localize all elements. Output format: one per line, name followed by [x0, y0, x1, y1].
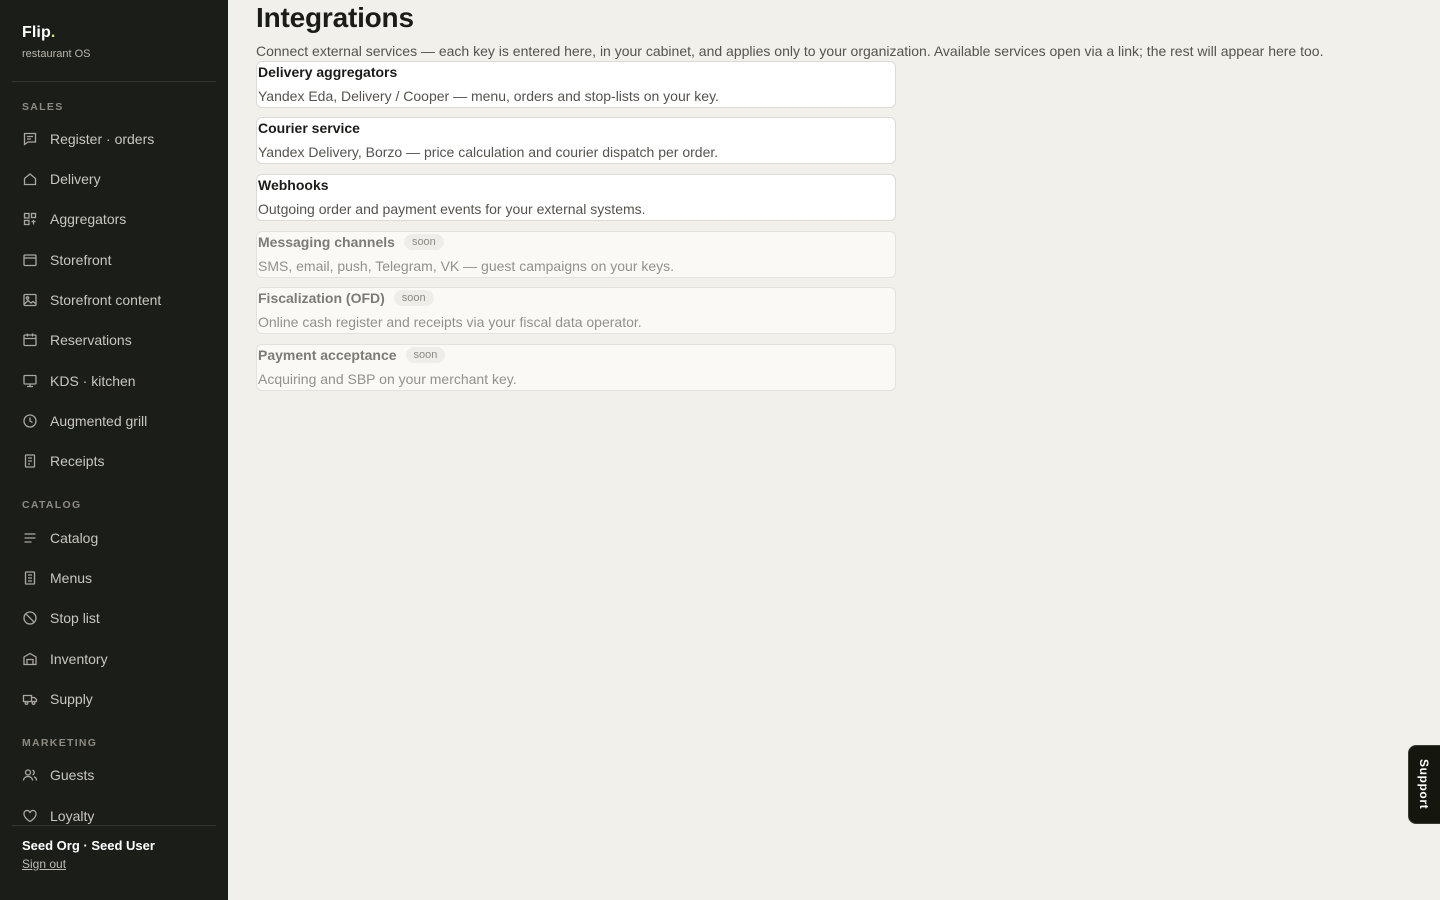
sidebar-item-menus[interactable]: Menus — [12, 561, 216, 595]
card-title: Fiscalization (OFD) — [258, 290, 385, 306]
card-description: Acquiring and SBP on your merchant key. — [258, 371, 517, 387]
brand-subtitle: restaurant OS — [22, 48, 91, 60]
integration-card-messaging-channels: Messaging channels soon SMS, email, push,… — [256, 231, 896, 278]
sidebar-item-label: Menus — [50, 570, 93, 586]
browser-window-icon — [22, 252, 38, 268]
sidebar-item-guests[interactable]: Guests — [12, 758, 216, 792]
card-title: Webhooks — [258, 177, 329, 193]
brand-name: Flip — [22, 24, 51, 41]
receipt-icon — [22, 453, 38, 469]
soon-badge: soon — [403, 234, 444, 250]
sidebar-item-inventory[interactable]: Inventory — [12, 642, 216, 676]
sidebar-item-label: Receipts — [50, 453, 105, 469]
sidebar-item-label: Storefront — [50, 252, 112, 268]
card-description: Yandex Eda, Delivery / Cooper — menu, or… — [258, 88, 719, 104]
sidebar-item-label: Storefront content — [50, 292, 162, 308]
sidebar-nav[interactable]: SALES Register · orders Delivery Aggrega… — [0, 82, 228, 825]
sidebar-item-augmented-grill[interactable]: Augmented grill — [12, 404, 216, 438]
card-description: SMS, email, push, Telegram, VK — guest c… — [258, 258, 675, 274]
card-title: Messaging channels — [258, 234, 395, 250]
sidebar: Flip. restaurant OS SALES Register · ord… — [0, 0, 228, 900]
ban-icon — [22, 610, 38, 626]
sidebar-item-loyalty[interactable]: Loyalty — [12, 799, 216, 825]
integration-card-delivery-aggregators[interactable]: Delivery aggregators Yandex Eda, Deliver… — [256, 61, 896, 108]
org-user-name: Seed Org · Seed User — [22, 838, 155, 853]
support-label: Support — [1417, 759, 1431, 810]
truck-icon — [22, 691, 38, 707]
menu-card-icon — [22, 570, 38, 586]
card-title: Payment acceptance — [258, 347, 397, 363]
sidebar-item-label: Aggregators — [50, 211, 127, 227]
sidebar-item-label: KDS · kitchen — [50, 373, 136, 389]
sidebar-item-label: Catalog — [50, 530, 99, 546]
heart-icon — [22, 808, 38, 824]
sidebar-item-label: Loyalty — [50, 808, 95, 824]
section-label-sales: SALES — [22, 101, 64, 113]
sidebar-item-kds-kitchen[interactable]: KDS · kitchen — [12, 364, 216, 398]
integration-card-payment-acceptance: Payment acceptance soon Acquiring and SBP… — [256, 344, 896, 391]
sidebar-item-register-orders[interactable]: Register · orders — [12, 122, 216, 156]
soon-badge: soon — [405, 347, 446, 363]
integration-card-fiscalization: Fiscalization (OFD) soon Online cash regi… — [256, 287, 896, 334]
sidebar-item-catalog[interactable]: Catalog — [12, 521, 216, 555]
brand-dot: . — [50, 24, 56, 41]
page-description: Connect external services — each key is … — [256, 43, 1324, 59]
sidebar-item-aggregators[interactable]: Aggregators — [12, 202, 216, 236]
sign-out-link[interactable]: Sign out — [22, 857, 66, 871]
page-title: Integrations — [256, 2, 414, 33]
brand: Flip. restaurant OS — [22, 24, 90, 60]
sidebar-item-label: Guests — [50, 767, 95, 783]
integration-card-courier-service[interactable]: Courier service Yandex Delivery, Borzo —… — [256, 117, 896, 164]
integration-card-webhooks[interactable]: Webhooks Outgoing order and payment even… — [256, 174, 896, 221]
sidebar-item-label: Delivery — [50, 171, 101, 187]
monitor-icon — [22, 373, 38, 389]
image-icon — [22, 292, 38, 308]
sidebar-item-label: Stop list — [50, 610, 100, 626]
sidebar-item-receipts[interactable]: Receipts — [12, 444, 216, 478]
sidebar-item-delivery[interactable]: Delivery — [12, 162, 216, 196]
sidebar-item-stop-list[interactable]: Stop list — [12, 601, 216, 635]
card-description: Outgoing order and payment events for yo… — [258, 201, 646, 217]
sidebar-item-label: Supply — [50, 691, 93, 707]
receipt-chat-icon — [22, 131, 38, 147]
sidebar-item-supply[interactable]: Supply — [12, 682, 216, 716]
soon-badge: soon — [393, 290, 434, 306]
card-title: Delivery aggregators — [258, 64, 398, 80]
grid-icon — [22, 211, 38, 227]
list-icon — [22, 530, 38, 546]
card-description: Online cash register and receipts via yo… — [258, 314, 642, 330]
section-label-marketing: MARKETING — [22, 737, 98, 749]
sidebar-item-label: Register · orders — [50, 131, 155, 147]
sidebar-item-storefront[interactable]: Storefront — [12, 243, 216, 277]
warehouse-icon — [22, 651, 38, 667]
sidebar-footer: Seed Org · Seed User Sign out — [12, 825, 216, 900]
brand-logo[interactable]: Flip. — [22, 24, 90, 42]
card-description: Yandex Delivery, Borzo — price calculati… — [258, 144, 719, 160]
house-icon — [22, 171, 38, 187]
support-tab-button[interactable]: Support — [1408, 745, 1440, 824]
calendar-icon — [22, 332, 38, 348]
sidebar-item-label: Inventory — [50, 651, 108, 667]
sidebar-item-label: Augmented grill — [50, 413, 148, 429]
clock-icon — [22, 413, 38, 429]
users-icon — [22, 767, 38, 783]
section-label-catalog: CATALOG — [22, 499, 82, 511]
sidebar-item-label: Reservations — [50, 332, 132, 348]
sidebar-item-storefront-content[interactable]: Storefront content — [12, 283, 216, 317]
sidebar-item-reservations[interactable]: Reservations — [12, 323, 216, 357]
card-title: Courier service — [258, 120, 360, 136]
